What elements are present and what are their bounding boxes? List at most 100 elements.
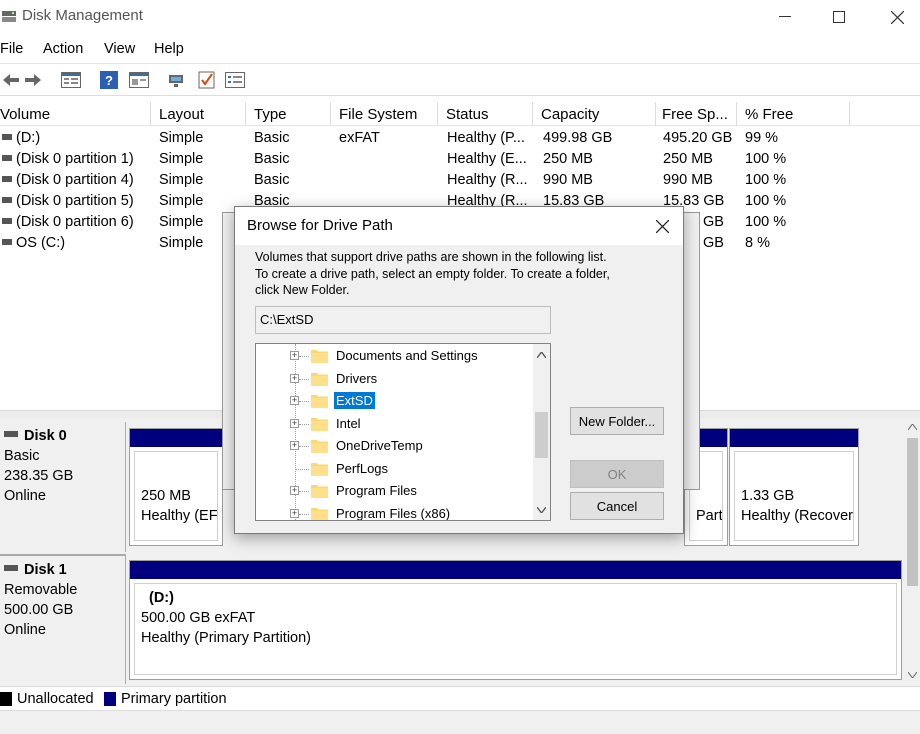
partition-size: 1.33 GB — [741, 488, 795, 504]
partition-block[interactable]: 250 MB Healthy (EF — [129, 428, 223, 546]
close-button[interactable] — [882, 4, 912, 30]
ok-button[interactable]: OK — [570, 460, 664, 488]
expand-icon[interactable]: + — [290, 419, 299, 428]
tree-item[interactable]: + Intel — [256, 413, 526, 435]
folder-label[interactable]: OneDriveTemp — [334, 437, 425, 454]
folder-icon — [311, 463, 328, 476]
folder-label[interactable]: Program Files — [334, 482, 419, 499]
column-layout[interactable]: Layout — [154, 102, 246, 126]
minimize-button[interactable] — [770, 4, 800, 30]
expand-icon[interactable]: + — [290, 441, 299, 450]
disk-kind: Basic — [4, 448, 40, 464]
expand-icon[interactable]: + — [290, 509, 299, 518]
volume-cell: (Disk 0 partition 6) — [2, 214, 134, 230]
maximize-button[interactable] — [824, 4, 854, 30]
window-title: Disk Management — [22, 7, 143, 24]
disk-1-label[interactable]: Disk 1 Removable 500.00 GB Online — [0, 554, 126, 684]
folder-label[interactable]: Documents and Settings — [334, 347, 480, 364]
browse-drive-path-dialog: Browse for Drive Path Volumes that suppo… — [234, 206, 684, 534]
expand-icon[interactable]: + — [290, 374, 299, 383]
tree-item[interactable]: + Drivers — [256, 368, 526, 390]
column-type[interactable]: Type — [249, 102, 331, 126]
expand-icon[interactable]: + — [290, 396, 299, 405]
graph-scrollbar[interactable] — [905, 418, 920, 686]
list-view-icon[interactable] — [60, 69, 82, 91]
tree-item-selected[interactable]: + ExtSD — [256, 390, 526, 412]
tree-item[interactable]: PerfLogs — [256, 458, 526, 480]
folder-icon — [311, 350, 328, 363]
volume-row[interactable]: (Disk 0 partition 1) Simple Basic Health… — [0, 149, 920, 170]
legend-swatch-primary — [104, 692, 116, 706]
new-folder-button[interactable]: New Folder... — [570, 407, 664, 435]
disk-0-label[interactable]: Disk 0 Basic 238.35 GB Online — [0, 422, 126, 552]
type-cell: Basic — [254, 130, 290, 146]
folder-label[interactable]: ExtSD — [334, 392, 375, 409]
scroll-up-icon[interactable] — [533, 346, 550, 363]
disk-state: Online — [4, 488, 46, 504]
volume-cell: OS (C:) — [2, 235, 65, 251]
scroll-thumb[interactable] — [535, 412, 548, 458]
scroll-up-icon[interactable] — [908, 424, 917, 430]
status-bar — [0, 710, 920, 734]
help-icon[interactable]: ? — [98, 69, 120, 91]
description-line: To create a drive path, select an empty … — [255, 266, 610, 281]
tree-item[interactable]: + Program Files (x86) — [256, 503, 526, 520]
properties-icon[interactable] — [128, 69, 150, 91]
menu-file[interactable]: File — [0, 41, 23, 57]
expand-icon[interactable]: + — [290, 486, 299, 495]
volume-icon — [2, 239, 12, 246]
scroll-down-icon[interactable] — [908, 672, 917, 678]
partition-status: Healthy (Primary Partition) — [141, 630, 312, 646]
column-status[interactable]: Status — [441, 102, 533, 126]
settings-icon[interactable] — [224, 69, 246, 91]
volume-cell: (Disk 0 partition 4) — [2, 172, 134, 188]
dialog-title-bar: Browse for Drive Path — [235, 207, 683, 245]
scroll-thumb[interactable] — [907, 438, 918, 586]
capacity-cell: 990 MB — [543, 172, 593, 188]
partition-label: (D:) — [149, 590, 174, 606]
folder-icon — [311, 373, 328, 386]
tree-connector — [299, 514, 309, 515]
connect-icon[interactable] — [166, 69, 188, 91]
description-line: click New Folder. — [255, 283, 350, 297]
volume-row[interactable]: (Disk 0 partition 4) Simple Basic Health… — [0, 170, 920, 191]
column-file-system[interactable]: File System — [334, 102, 438, 126]
volume-list-header: Volume Layout Type File System Status Ca… — [0, 102, 920, 126]
volume-row[interactable]: (D:) Simple Basic exFAT Healthy (P... 49… — [0, 128, 920, 149]
column-volume[interactable]: Volume — [0, 102, 151, 126]
folder-label[interactable]: PerfLogs — [334, 460, 390, 477]
back-icon[interactable] — [0, 69, 22, 91]
drive-path-field[interactable]: C:\ExtSD — [255, 306, 551, 334]
column-capacity[interactable]: Capacity — [536, 102, 656, 126]
column-free-space[interactable]: Free Sp... — [657, 102, 737, 126]
layout-cell: Simple — [159, 172, 204, 188]
menu-help[interactable]: Help — [154, 41, 184, 57]
scroll-down-icon[interactable] — [533, 501, 550, 518]
check-icon[interactable] — [196, 69, 218, 91]
type-cell: Basic — [254, 172, 290, 188]
menu-action[interactable]: Action — [43, 41, 83, 57]
expand-icon[interactable]: + — [290, 351, 299, 360]
free-space-cell: GB — [703, 235, 724, 251]
percent-free-cell: 100 % — [745, 172, 787, 188]
partition-block[interactable]: 1.33 GB Healthy (Recover — [729, 428, 859, 546]
menu-bar: File Action View Help — [0, 36, 920, 64]
folder-label[interactable]: Intel — [334, 415, 363, 432]
tree-scrollbar[interactable] — [533, 344, 550, 520]
tree-item[interactable]: + Program Files — [256, 480, 526, 502]
partition-status: Healthy (Recover — [741, 508, 854, 524]
tree-item[interactable]: + Documents and Settings — [256, 345, 526, 367]
folder-label[interactable]: Program Files (x86) — [334, 505, 452, 520]
partition-block-d[interactable]: (D:) 500.00 GB exFAT Healthy (Primary Pa… — [129, 560, 902, 680]
column-percent-free[interactable]: % Free — [740, 102, 850, 126]
folder-label[interactable]: Drivers — [334, 370, 379, 387]
free-space-cell: GB — [703, 214, 724, 230]
file-system-cell: exFAT — [339, 130, 380, 146]
partition-details: 1.33 GB Healthy (Recover — [734, 451, 854, 541]
folder-tree[interactable]: + Documents and Settings + Drivers + Ext… — [255, 343, 551, 521]
menu-view[interactable]: View — [104, 41, 135, 57]
tree-item[interactable]: + OneDriveTemp — [256, 435, 526, 457]
cancel-button[interactable]: Cancel — [570, 492, 664, 520]
forward-icon[interactable] — [22, 69, 44, 91]
dialog-close-button[interactable] — [651, 215, 673, 237]
